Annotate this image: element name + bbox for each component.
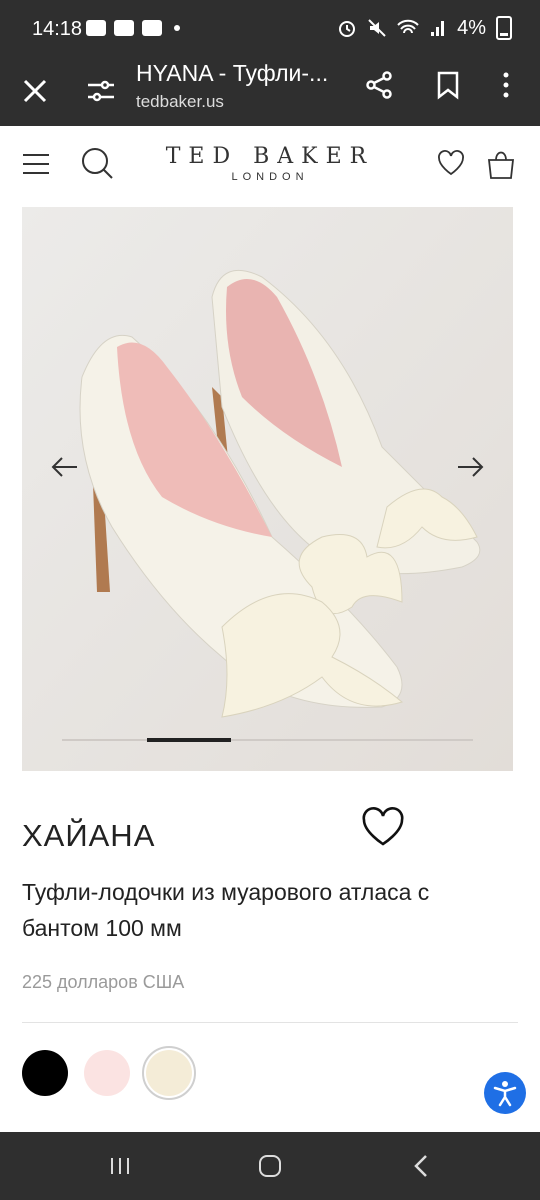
status-left-icons [86,20,180,36]
accessibility-button[interactable] [484,1072,526,1114]
page-url[interactable]: tedbaker.us [136,92,224,112]
recent-apps-icon[interactable] [106,1152,134,1180]
battery-icon [496,16,512,40]
product-price: 225 долларов США [22,972,185,992]
wifi-icon [397,19,419,34]
product-description: Туфли-лодочки из муарового атласа с бант… [22,879,430,941]
bookmark-icon[interactable] [436,70,460,100]
status-time: 14:18 [32,18,83,40]
gallery-progress-indicator [147,738,231,742]
alarm-icon [339,21,356,37]
status-right-icons: 4% [337,16,512,40]
status-bar: 14:18 4% [0,0,540,56]
share-icon[interactable] [364,70,394,100]
site-settings-icon[interactable] [86,78,116,104]
more-options-icon[interactable] [496,70,516,100]
next-image-arrow-icon[interactable] [457,455,485,479]
gallery-progress-track [62,739,473,741]
gallery-icon [86,20,106,36]
site-header: TED BAKER LONDON [0,126,540,208]
divider [22,1022,518,1023]
page-title: HYANA - Туфли-... [136,60,329,86]
color-swatches [22,1046,196,1100]
wishlist-heart-icon[interactable] [436,148,466,178]
close-icon[interactable] [20,76,50,106]
previous-image-arrow-icon[interactable] [50,455,78,479]
shopping-bag-icon[interactable] [486,146,516,180]
product-name: ХАЙАНА [22,818,156,853]
battery-percent: 4% [457,16,486,39]
home-icon[interactable] [256,1152,284,1180]
signal-icon [431,21,445,36]
swatch-pale-pink[interactable] [84,1050,130,1096]
add-to-wishlist-heart-icon[interactable] [360,806,406,848]
swatch-black[interactable] [22,1050,68,1096]
accessibility-icon [493,1081,517,1107]
product-image-gallery[interactable] [22,207,513,771]
swatch-ivory[interactable] [142,1046,196,1100]
youtube-icon [142,20,162,36]
back-icon[interactable] [408,1152,436,1180]
product-image [22,207,513,771]
browser-toolbar: HYANA - Туфли-... tedbaker.us [0,56,540,126]
system-navigation-bar [0,1132,540,1200]
mute-icon [368,19,386,37]
notification-dot-icon [174,25,180,31]
message-icon [114,20,134,36]
